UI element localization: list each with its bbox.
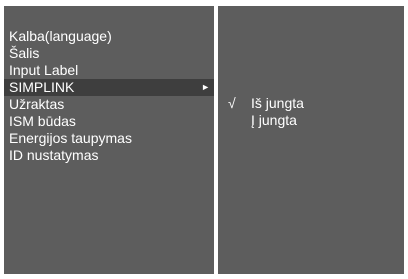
menu-item-label: Input Label [9, 62, 79, 78]
menu-item-power-saving[interactable]: Energijos taupymas [4, 130, 214, 147]
menu-item-language[interactable]: Kalba(language) [4, 28, 214, 45]
menu-item-label: Energijos taupymas [9, 130, 132, 146]
menu-item-label: Užraktas [9, 96, 65, 112]
menu-item-label: Kalba(language) [9, 28, 112, 44]
menu-item-ism-method[interactable]: ISM būdas [4, 113, 214, 130]
option-label: Į jungta [251, 112, 297, 128]
check-icon: √ [228, 95, 236, 111]
menu-item-label: SIMPLINK [9, 79, 75, 95]
menu-item-lock[interactable]: Užraktas [4, 96, 214, 113]
settings-menu-list: Kalba(language) Šalis Input Label SIMPLI… [4, 28, 214, 164]
menu-item-input-label[interactable]: Input Label [4, 62, 214, 79]
settings-menu-panel: Kalba(language) Šalis Input Label SIMPLI… [3, 5, 215, 275]
osd-frame: Kalba(language) Šalis Input Label SIMPLI… [0, 0, 408, 279]
menu-item-label: ID nustatymas [9, 147, 99, 163]
submenu-panel: √ Iš jungta Į jungta [217, 5, 405, 275]
menu-item-simplink[interactable]: SIMPLINK ► [4, 79, 214, 96]
menu-item-id-setting[interactable]: ID nustatymas [4, 147, 214, 164]
menu-item-label: ISM būdas [9, 113, 76, 129]
menu-item-country[interactable]: Šalis [4, 45, 214, 62]
option-on[interactable]: Į jungta [218, 112, 404, 129]
menu-item-label: Šalis [9, 45, 40, 61]
simplink-options-list: √ Iš jungta Į jungta [218, 95, 404, 129]
option-label: Iš jungta [251, 95, 304, 111]
option-off[interactable]: √ Iš jungta [218, 95, 404, 112]
submenu-arrow-icon: ► [201, 82, 210, 92]
